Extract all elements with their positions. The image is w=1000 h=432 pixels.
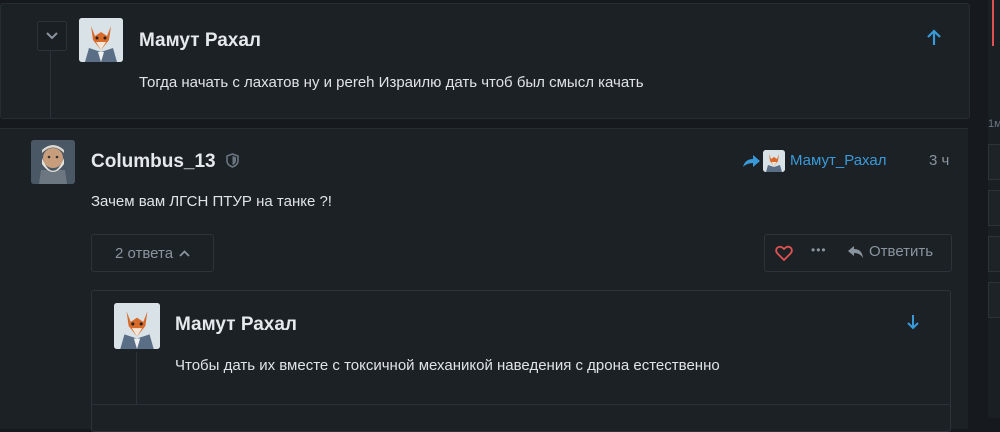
sidebar-button[interactable] xyxy=(988,144,1000,180)
reply-text: Тогда начать с лахатов ну и pereh Израил… xyxy=(139,74,644,91)
reply-text: Чтобы дать их вместе с токсичной механик… xyxy=(175,357,720,374)
author-name[interactable]: Columbus_13 xyxy=(91,151,216,173)
chevron-down-icon xyxy=(46,32,58,40)
author-name[interactable]: Мамут Рахал xyxy=(175,314,297,336)
reply-icon xyxy=(848,245,863,258)
fox-avatar-icon xyxy=(79,18,123,62)
sidebar-button[interactable] xyxy=(988,282,1000,318)
reply-button[interactable]: Ответить xyxy=(847,243,933,260)
timestamp: 3 ч xyxy=(929,152,950,169)
avatar[interactable] xyxy=(31,140,75,184)
reply-to-avatar[interactable] xyxy=(763,150,785,172)
thread-line xyxy=(136,352,137,404)
more-icon[interactable]: ••• xyxy=(811,243,827,257)
fox-avatar-icon xyxy=(763,150,785,172)
scroll-marker xyxy=(992,0,994,46)
reply-card-top: Мамут Рахал Тогда начать с лахатов ну и … xyxy=(0,3,970,119)
collapse-thread-button[interactable] xyxy=(37,21,67,51)
shield-icon xyxy=(226,153,239,173)
reply-button-label: Ответить xyxy=(869,243,934,260)
arrow-up-icon[interactable] xyxy=(926,29,942,52)
divider xyxy=(91,404,949,405)
comment-text: Зачем вам ЛГСН ПТУР на танке ?! xyxy=(91,193,332,210)
sidebar-button[interactable] xyxy=(988,190,1000,226)
share-reply-icon xyxy=(741,153,761,174)
replies-toggle-button[interactable]: 2 ответа xyxy=(91,234,214,272)
thread-line xyxy=(50,50,51,118)
sidebar-label: 1м xyxy=(988,118,1000,130)
reply-to-link[interactable]: Мамут_Рахал xyxy=(790,152,886,169)
chevron-up-icon xyxy=(179,249,190,257)
arrow-down-icon[interactable] xyxy=(906,314,920,335)
bearded-man-avatar-icon xyxy=(31,140,75,184)
sidebar-button[interactable] xyxy=(988,236,1000,272)
comment-actions: ••• Ответить xyxy=(764,234,952,272)
author-name[interactable]: Мамут Рахал xyxy=(139,30,261,52)
heart-icon[interactable] xyxy=(775,245,793,266)
avatar[interactable] xyxy=(114,303,160,349)
right-sidebar: 1м xyxy=(988,0,1000,418)
avatar[interactable] xyxy=(79,18,123,62)
fox-avatar-icon xyxy=(114,303,160,349)
replies-count-label: 2 ответа xyxy=(114,244,174,262)
